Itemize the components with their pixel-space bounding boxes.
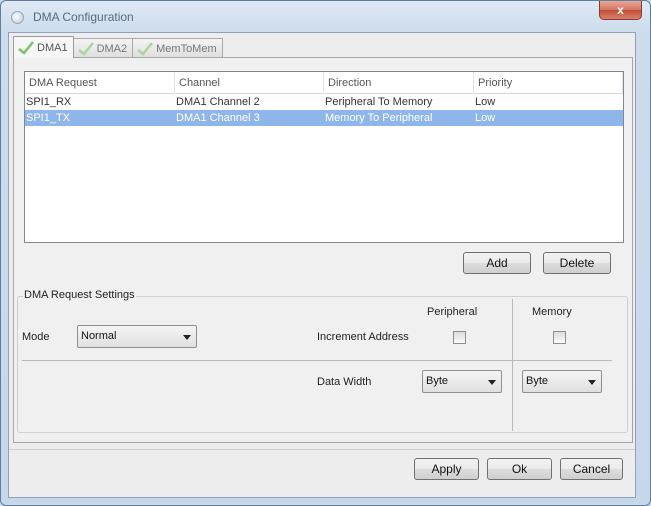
cell-direction: Peripheral To Memory xyxy=(325,96,433,108)
apply-button[interactable]: Apply xyxy=(414,458,479,480)
memory-data-width-select[interactable]: Byte xyxy=(522,370,602,393)
tab-dma2[interactable]: DMA2 xyxy=(72,38,134,58)
memory-width-value: Byte xyxy=(526,375,549,387)
tab-label: DMA1 xyxy=(37,41,68,54)
cell-request: SPI1_TX xyxy=(26,112,71,124)
check-icon xyxy=(77,41,94,56)
peripheral-data-width-select[interactable]: Byte xyxy=(422,370,502,393)
dma-request-table[interactable]: DMA Request Channel Direction Priority S… xyxy=(24,71,624,243)
column-header-priority[interactable]: Priority xyxy=(474,72,623,94)
cell-channel: DMA1 Channel 3 xyxy=(176,112,260,124)
close-button[interactable]: x xyxy=(599,1,642,20)
tab-memtomem[interactable]: MemToMem xyxy=(132,38,223,58)
title-bar[interactable]: DMA Configuration x xyxy=(1,1,650,33)
chevron-down-icon xyxy=(488,380,496,385)
app-icon xyxy=(11,11,24,24)
tab-label: MemToMem xyxy=(156,42,217,55)
peripheral-increment-checkbox[interactable] xyxy=(453,331,466,344)
tab-panel-dma1: DMA Request Channel Direction Priority S… xyxy=(13,57,633,443)
chevron-down-icon xyxy=(183,335,191,340)
mode-select[interactable]: Normal xyxy=(77,325,197,348)
check-icon xyxy=(137,41,154,56)
dma-configuration-window: DMA Configuration x DMA1 DMA2 MemToMem D… xyxy=(0,0,651,506)
dialog-body: DMA1 DMA2 MemToMem DMA Request Channel D… xyxy=(8,32,636,498)
cell-priority: Low xyxy=(475,96,496,108)
column-header-dma-request[interactable]: DMA Request xyxy=(25,72,175,94)
settings-title: DMA Request Settings xyxy=(23,289,136,301)
row-divider xyxy=(22,360,612,361)
delete-button[interactable]: Delete xyxy=(543,252,611,274)
mode-label: Mode xyxy=(22,331,50,343)
cell-request: SPI1_RX xyxy=(26,96,72,108)
tab-label: DMA2 xyxy=(96,42,128,55)
cell-channel: DMA1 Channel 2 xyxy=(176,96,260,108)
cell-direction: Memory To Peripheral xyxy=(325,112,433,124)
column-divider xyxy=(512,299,513,431)
peripheral-width-value: Byte xyxy=(426,375,449,387)
table-row[interactable]: SPI1_RX DMA1 Channel 2 Peripheral To Mem… xyxy=(25,94,623,110)
column-header-channel[interactable]: Channel xyxy=(175,72,324,94)
peripheral-header: Peripheral xyxy=(427,306,478,318)
cell-priority: Low xyxy=(475,112,496,124)
increment-address-label: Increment Address xyxy=(317,331,409,343)
mode-value: Normal xyxy=(81,330,117,342)
memory-header: Memory xyxy=(532,306,572,318)
check-icon xyxy=(18,40,34,55)
chevron-down-icon xyxy=(588,380,596,385)
tab-strip: DMA1 DMA2 MemToMem xyxy=(13,36,223,58)
window-title: DMA Configuration xyxy=(33,10,134,24)
table-row-selected[interactable]: SPI1_TX DMA1 Channel 3 Memory To Periphe… xyxy=(25,110,623,126)
tab-dma1[interactable]: DMA1 xyxy=(13,36,74,58)
ok-button[interactable]: Ok xyxy=(487,458,552,480)
cancel-button[interactable]: Cancel xyxy=(560,458,623,480)
add-button[interactable]: Add xyxy=(463,252,531,274)
footer-separator xyxy=(9,449,635,450)
table-header: DMA Request Channel Direction Priority xyxy=(25,72,623,94)
dma-request-settings-group: DMA Request Settings Peripheral Memory M… xyxy=(17,289,628,433)
memory-increment-checkbox[interactable] xyxy=(553,331,566,344)
data-width-label: Data Width xyxy=(317,376,372,388)
column-header-direction[interactable]: Direction xyxy=(324,72,474,94)
